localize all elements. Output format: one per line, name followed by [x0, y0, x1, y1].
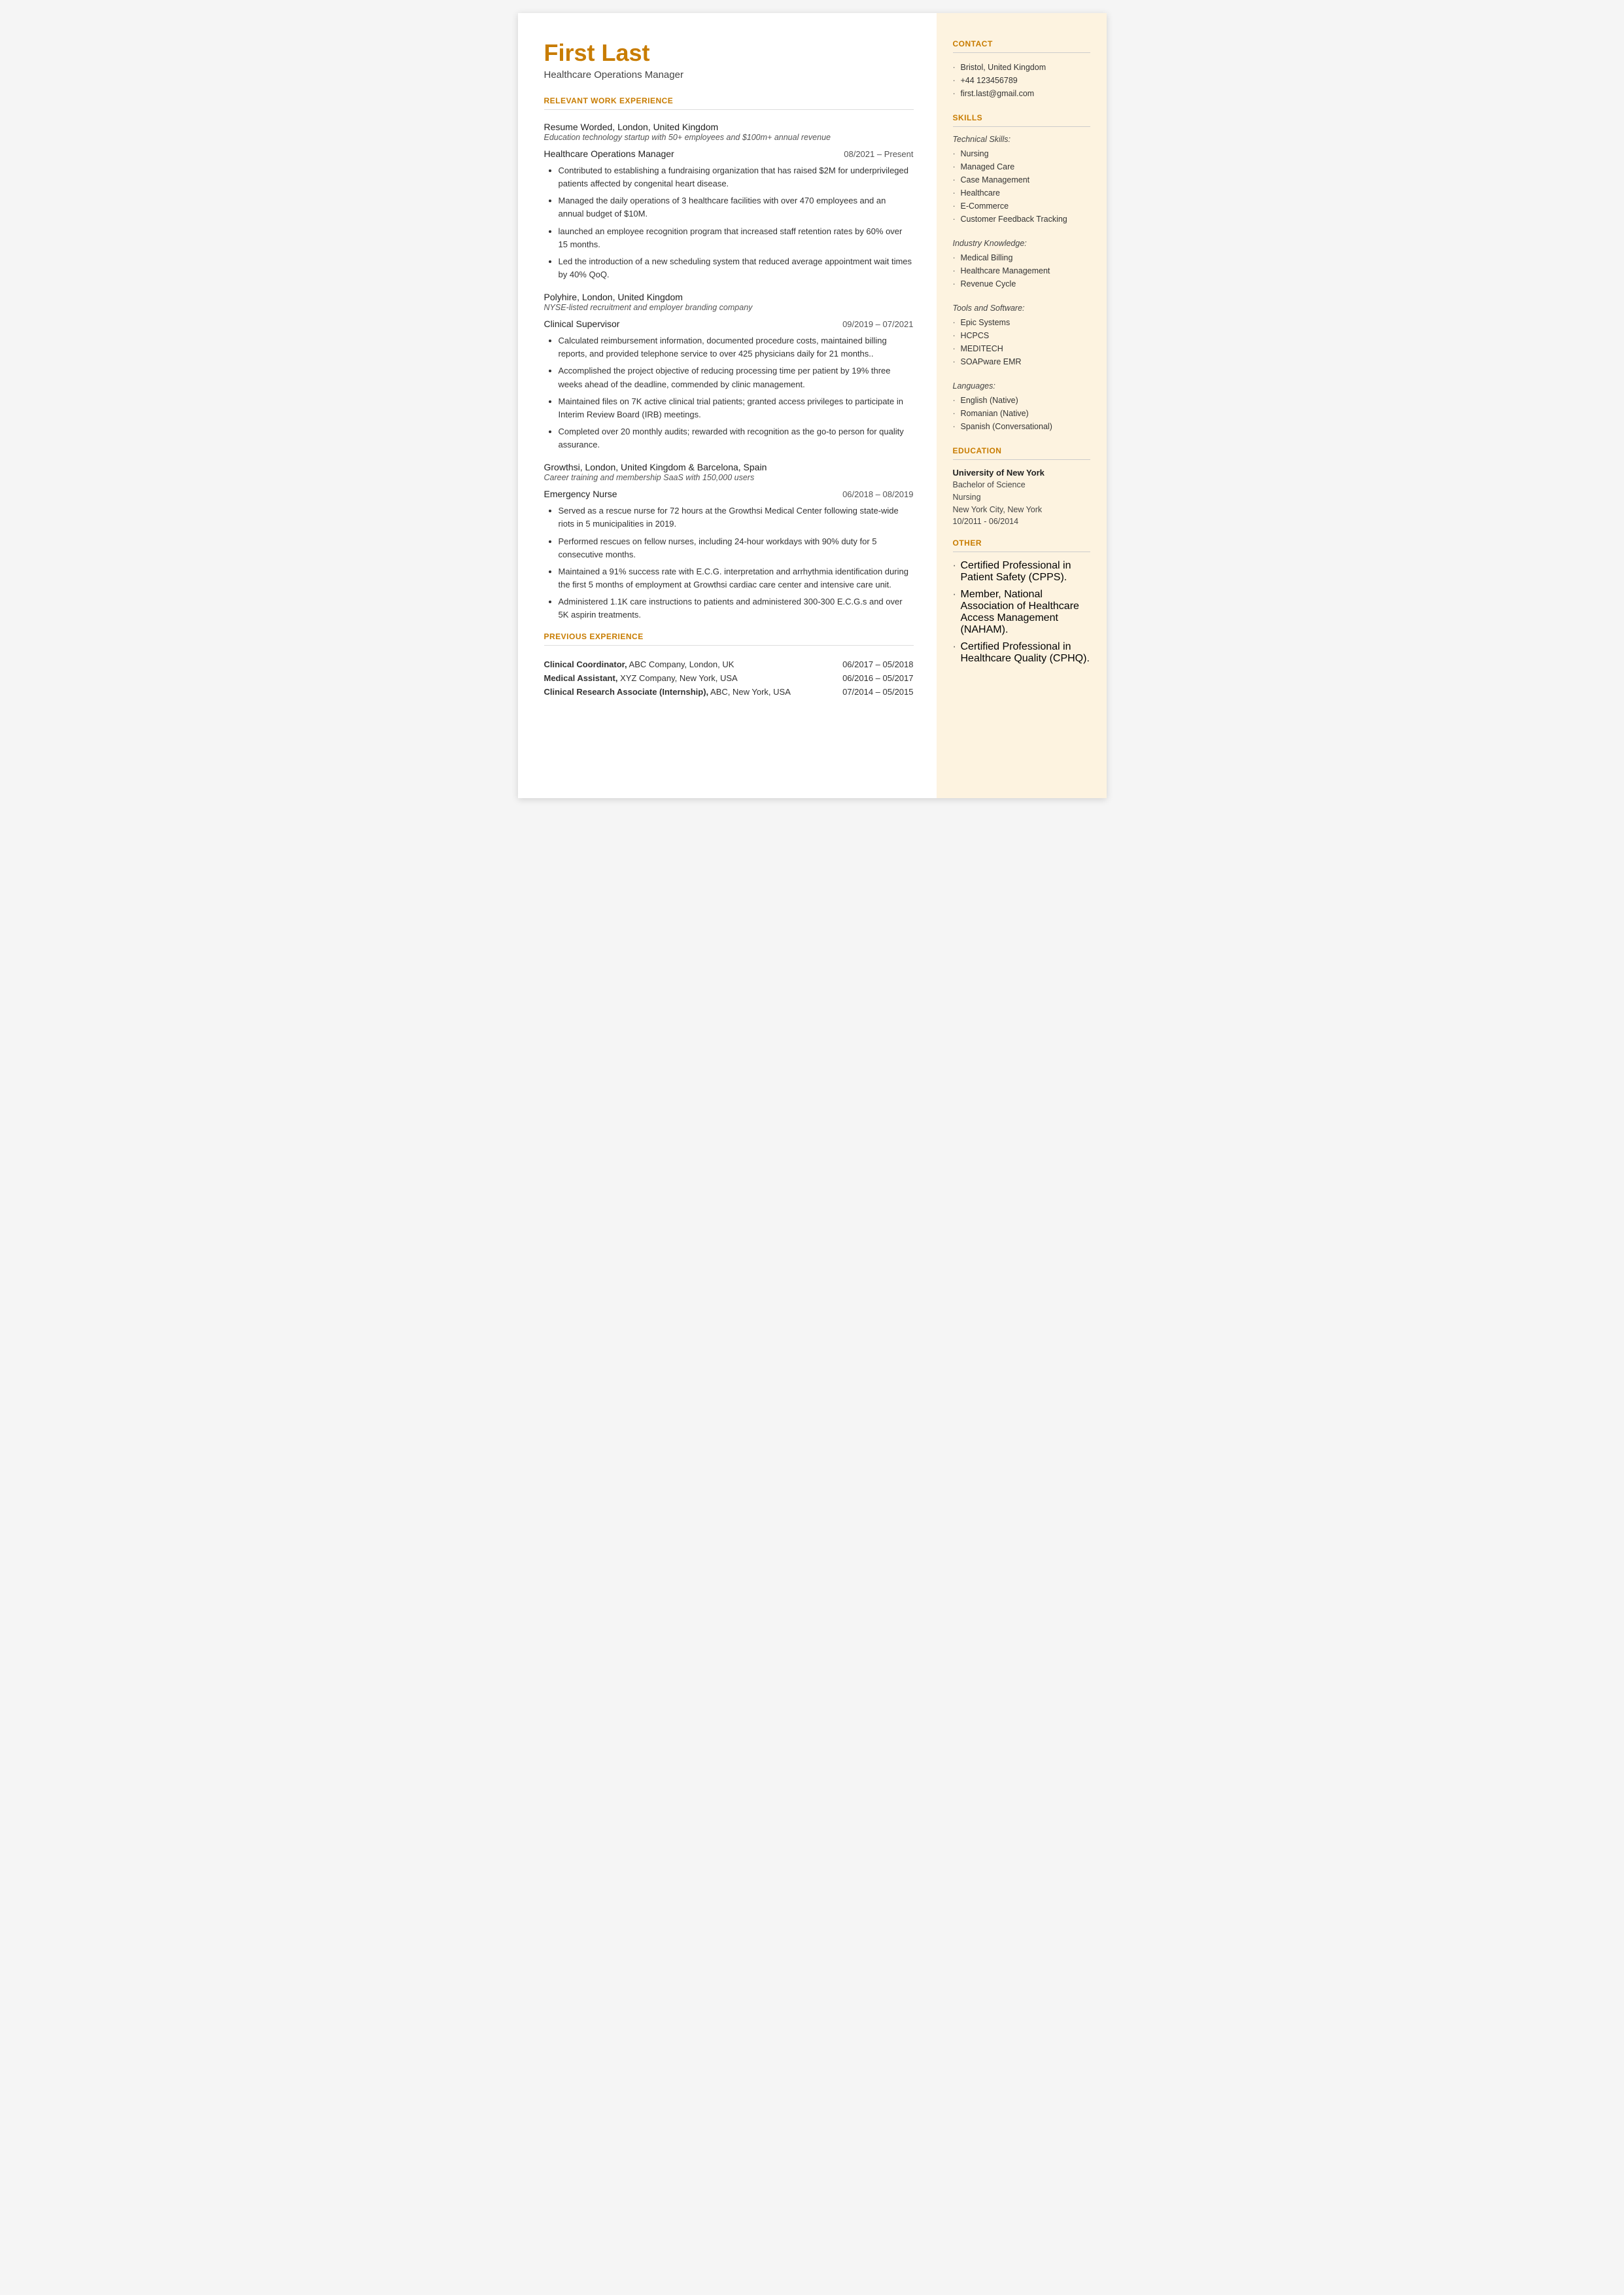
other-item-2: Certified Professional in Healthcare Qua…	[953, 641, 1090, 665]
job-title-3: Emergency Nurse	[544, 489, 617, 499]
technical-skills-list: Nursing Managed Care Case Management Hea…	[953, 147, 1090, 226]
edu-block: University of New York Bachelor of Scien…	[953, 468, 1090, 528]
job-row-3: Emergency Nurse 06/2018 – 08/2019	[544, 489, 914, 499]
company-tagline-3: Career training and membership SaaS with…	[544, 473, 914, 482]
relevant-work-label: RELEVANT WORK EXPERIENCE	[544, 96, 914, 105]
skill-tech-0: Nursing	[953, 147, 1090, 160]
job-dates-3: 06/2018 – 08/2019	[842, 489, 913, 499]
job-block-3: Growthsi, London, United Kingdom & Barce…	[544, 462, 914, 622]
divider-previous	[544, 645, 914, 646]
bullet-1-3: Led the introduction of a new scheduling…	[559, 255, 914, 281]
skill-ind-2: Revenue Cycle	[953, 277, 1090, 290]
prev-job-title-0: Clinical Coordinator, ABC Company, Londo…	[544, 657, 795, 671]
bullet-1-1: Managed the daily operations of 3 health…	[559, 194, 914, 220]
languages-list: English (Native) Romanian (Native) Spani…	[953, 394, 1090, 433]
skill-tool-1: HCPCS	[953, 329, 1090, 342]
bullet-2-1: Accomplished the project objective of re…	[559, 364, 914, 391]
bullet-list-3: Served as a rescue nurse for 72 hours at…	[544, 504, 914, 622]
company-tagline-1: Education technology startup with 50+ em…	[544, 133, 914, 142]
bullet-list-1: Contributed to establishing a fundraisin…	[544, 164, 914, 281]
bullet-3-0: Served as a rescue nurse for 72 hours at…	[559, 504, 914, 531]
prev-job-row-2: Clinical Research Associate (Internship)…	[544, 685, 914, 699]
company-name-3: Growthsi, London, United Kingdom & Barce…	[544, 462, 914, 472]
skill-tool-2: MEDITECH	[953, 342, 1090, 355]
divider-skills	[953, 126, 1090, 127]
divider-contact	[953, 52, 1090, 53]
candidate-title: Healthcare Operations Manager	[544, 69, 914, 80]
prev-job-dates-2: 07/2014 – 05/2015	[795, 685, 914, 699]
edu-dates: 10/2011 - 06/2014	[953, 516, 1090, 528]
bullet-3-3: Administered 1.1K care instructions to p…	[559, 595, 914, 622]
company-name-2: Polyhire, London, United Kingdom	[544, 292, 914, 302]
other-item-0: Certified Professional in Patient Safety…	[953, 560, 1090, 584]
technical-skills-label: Technical Skills:	[953, 135, 1090, 144]
bullet-3-2: Maintained a 91% success rate with E.C.G…	[559, 565, 914, 591]
industry-skills-list: Medical Billing Healthcare Management Re…	[953, 251, 1090, 290]
skill-tech-1: Managed Care	[953, 160, 1090, 173]
tools-skills-label: Tools and Software:	[953, 304, 1090, 313]
prev-job-row-1: Medical Assistant, XYZ Company, New York…	[544, 671, 914, 685]
divider-relevant	[544, 109, 914, 110]
bullet-3-1: Performed rescues on fellow nurses, incl…	[559, 535, 914, 561]
edu-location: New York City, New York	[953, 504, 1090, 516]
other-label: OTHER	[953, 538, 1090, 548]
skill-ind-0: Medical Billing	[953, 251, 1090, 264]
bullet-list-2: Calculated reimbursement information, do…	[544, 334, 914, 451]
job-block-1: Resume Worded, London, United Kingdom Ed…	[544, 122, 914, 281]
job-row-1: Healthcare Operations Manager 08/2021 – …	[544, 149, 914, 159]
skill-tech-4: E-Commerce	[953, 200, 1090, 213]
education-label: EDUCATION	[953, 446, 1090, 455]
job-dates-2: 09/2019 – 07/2021	[842, 319, 913, 329]
skill-tech-5: Customer Feedback Tracking	[953, 213, 1090, 226]
bullet-2-2: Maintained files on 7K active clinical t…	[559, 395, 914, 421]
job-title-2: Clinical Supervisor	[544, 319, 620, 329]
skill-tool-3: SOAPware EMR	[953, 355, 1090, 368]
job-block-2: Polyhire, London, United Kingdom NYSE-li…	[544, 292, 914, 451]
edu-field: Nursing	[953, 491, 1090, 504]
bullet-2-0: Calculated reimbursement information, do…	[559, 334, 914, 360]
skill-tool-0: Epic Systems	[953, 316, 1090, 329]
divider-education	[953, 459, 1090, 460]
left-column: First Last Healthcare Operations Manager…	[518, 13, 937, 798]
edu-school: University of New York	[953, 468, 1090, 478]
industry-skills-label: Industry Knowledge:	[953, 239, 1090, 248]
skill-ind-1: Healthcare Management	[953, 264, 1090, 277]
job-title-1: Healthcare Operations Manager	[544, 149, 674, 159]
job-dates-1: 08/2021 – Present	[844, 149, 913, 159]
prev-job-title-1: Medical Assistant, XYZ Company, New York…	[544, 671, 795, 685]
tools-skills-list: Epic Systems HCPCS MEDITECH SOAPware EMR	[953, 316, 1090, 368]
previous-jobs-table: Clinical Coordinator, ABC Company, Londo…	[544, 657, 914, 699]
skills-label: SKILLS	[953, 113, 1090, 122]
contact-item-2: first.last@gmail.com	[953, 87, 1090, 100]
contact-item-0: Bristol, United Kingdom	[953, 61, 1090, 74]
languages-label: Languages:	[953, 381, 1090, 391]
bullet-2-3: Completed over 20 monthly audits; reward…	[559, 425, 914, 451]
other-items: Certified Professional in Patient Safety…	[953, 560, 1090, 665]
bullet-1-2: launched an employee recognition program…	[559, 225, 914, 251]
bullet-1-0: Contributed to establishing a fundraisin…	[559, 164, 914, 190]
prev-job-dates-1: 06/2016 – 05/2017	[795, 671, 914, 685]
company-tagline-2: NYSE-listed recruitment and employer bra…	[544, 303, 914, 312]
prev-job-title-2: Clinical Research Associate (Internship)…	[544, 685, 795, 699]
right-column: CONTACT Bristol, United Kingdom +44 1234…	[937, 13, 1107, 798]
previous-work-label: PREVIOUS EXPERIENCE	[544, 632, 914, 641]
candidate-name: First Last	[544, 39, 914, 67]
lang-2: Spanish (Conversational)	[953, 420, 1090, 433]
contact-label: CONTACT	[953, 39, 1090, 48]
edu-degree: Bachelor of Science	[953, 479, 1090, 491]
contact-list: Bristol, United Kingdom +44 123456789 fi…	[953, 61, 1090, 100]
lang-0: English (Native)	[953, 394, 1090, 407]
prev-job-dates-0: 06/2017 – 05/2018	[795, 657, 914, 671]
job-row-2: Clinical Supervisor 09/2019 – 07/2021	[544, 319, 914, 329]
skill-tech-3: Healthcare	[953, 186, 1090, 200]
lang-1: Romanian (Native)	[953, 407, 1090, 420]
resume-page: First Last Healthcare Operations Manager…	[518, 13, 1107, 798]
other-item-1: Member, National Association of Healthca…	[953, 589, 1090, 636]
company-name-1: Resume Worded, London, United Kingdom	[544, 122, 914, 132]
contact-item-1: +44 123456789	[953, 74, 1090, 87]
prev-job-row-0: Clinical Coordinator, ABC Company, Londo…	[544, 657, 914, 671]
skill-tech-2: Case Management	[953, 173, 1090, 186]
